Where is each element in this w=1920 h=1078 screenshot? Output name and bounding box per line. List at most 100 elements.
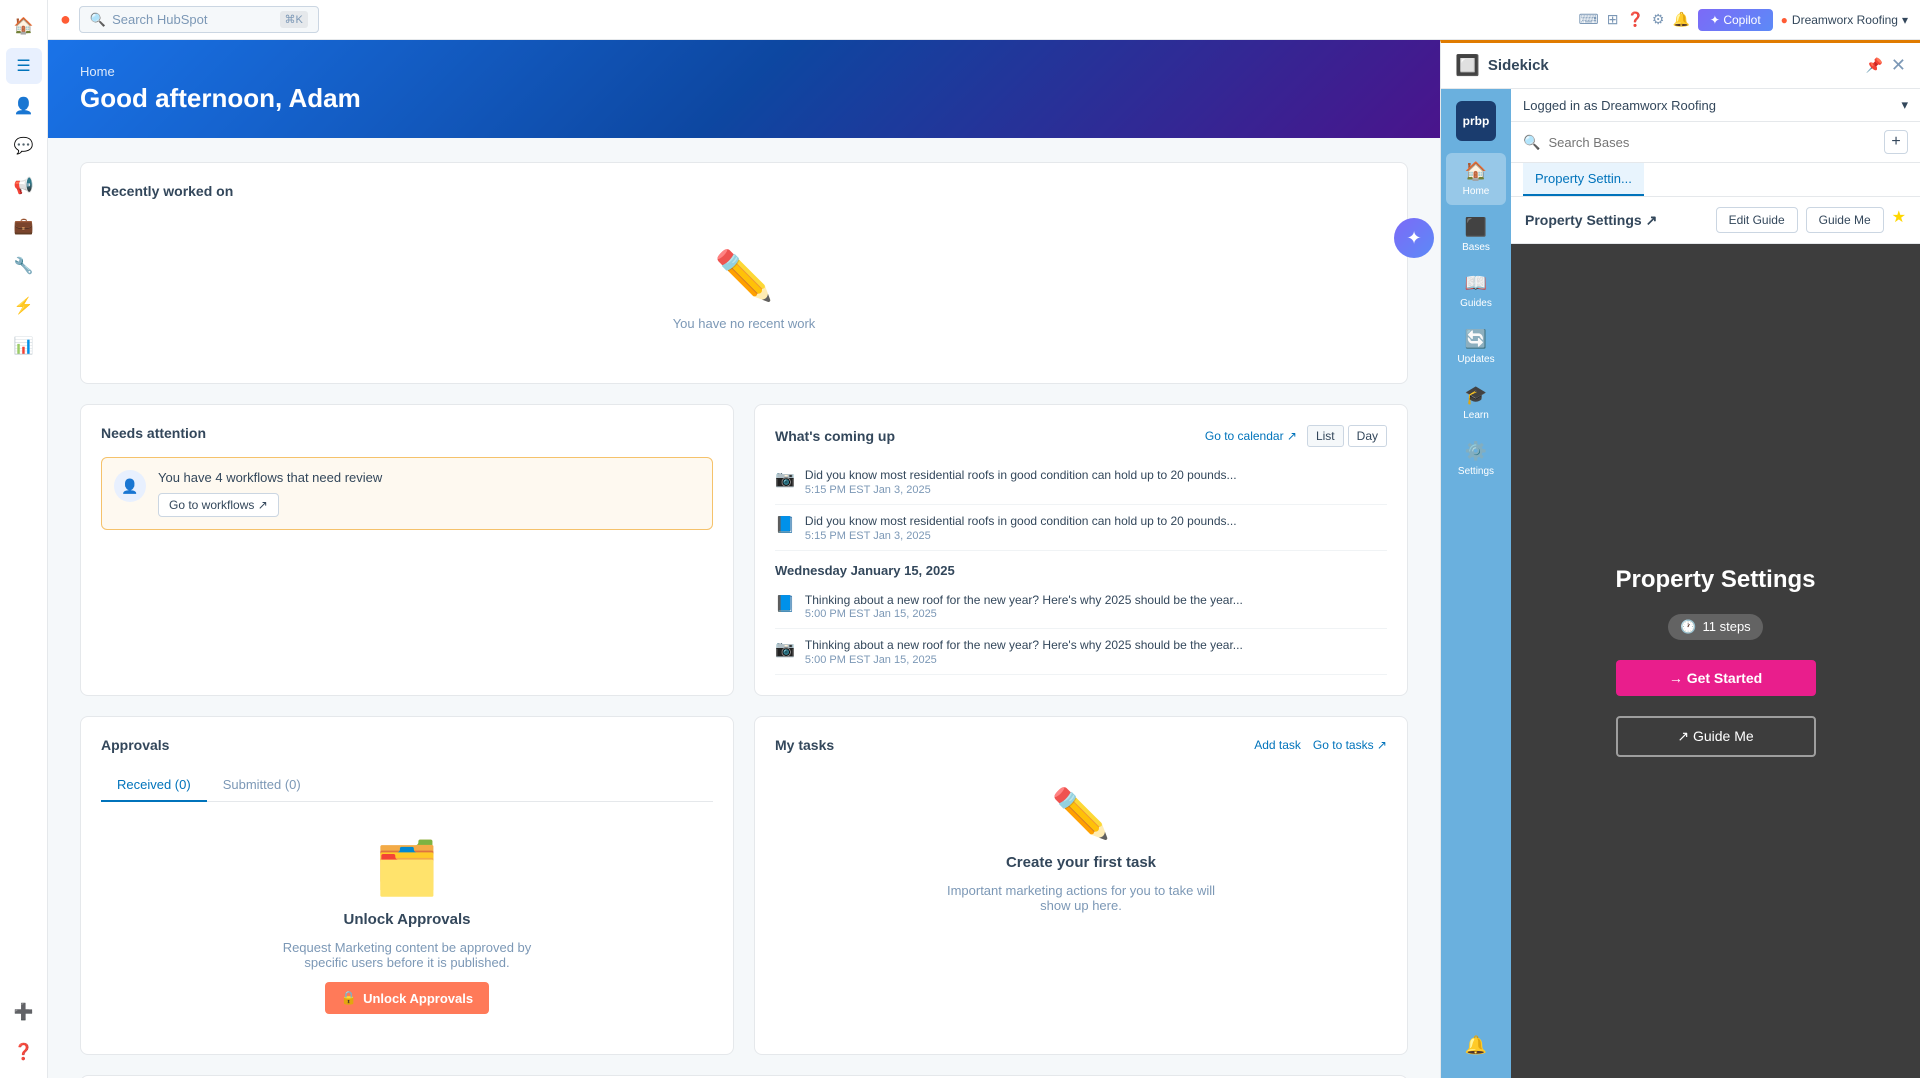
home-greeting: Good afternoon, Adam: [80, 83, 1408, 114]
view-list-button[interactable]: List: [1307, 425, 1344, 447]
approvals-title: Approvals: [101, 737, 713, 753]
event-item-1: 📷 Did you know most residential roofs in…: [775, 459, 1387, 505]
sidekick-tab-bar: Property Settin...: [1511, 163, 1920, 197]
sidebar-add-icon[interactable]: ➕: [6, 994, 42, 1030]
workflow-alert: 👤 You have 4 workflows that need review …: [101, 457, 713, 530]
unlock-desc: Request Marketing content be approved by…: [267, 940, 547, 970]
guide-me-header-button[interactable]: Guide Me: [1806, 207, 1884, 233]
two-col-section: Needs attention 👤 You have 4 workflows t…: [80, 404, 1408, 696]
event-time-4: 5:00 PM EST Jan 15, 2025: [805, 654, 1243, 666]
account-button[interactable]: ● Dreamworx Roofing ▾: [1781, 13, 1908, 27]
copilot-button[interactable]: ✦ Copilot: [1698, 9, 1773, 31]
edit-guide-button[interactable]: Edit Guide: [1716, 207, 1798, 233]
go-to-tasks-link[interactable]: Go to tasks ↗: [1313, 738, 1387, 752]
guide-me-card-label: ↗ Guide Me: [1677, 728, 1753, 745]
clock-icon: 🕐: [1680, 619, 1696, 635]
event-title-4: Thinking about a new roof for the new ye…: [805, 637, 1243, 654]
guides-nav-icon: 📖: [1465, 273, 1487, 294]
sidekick-nav-guides[interactable]: 📖 Guides: [1446, 265, 1506, 317]
sidekick-nav-settings[interactable]: ⚙️ Settings: [1446, 433, 1506, 485]
main-content: Home Good afternoon, Adam Recently worke…: [48, 40, 1440, 1078]
event-content-3: Thinking about a new roof for the new ye…: [805, 592, 1243, 621]
sidebar-automation-icon[interactable]: ⚡: [6, 288, 42, 324]
sidekick-header: 🔲 Sidekick 📌 ✕: [1441, 43, 1920, 89]
bell-icon[interactable]: 🔔: [1672, 11, 1689, 28]
unlock-image-icon: 🗂️: [375, 838, 440, 899]
unlock-approvals-button[interactable]: 🔒 Unlock Approvals: [325, 982, 489, 1014]
go-to-calendar-label: Go to calendar ↗: [1205, 429, 1297, 443]
ps-actions: Edit Guide Guide Me ★: [1716, 207, 1906, 233]
guide-me-card-button[interactable]: ↗ Guide Me: [1616, 716, 1816, 757]
sidekick-title-text: Sidekick: [1488, 57, 1549, 74]
tab-received[interactable]: Received (0): [101, 769, 207, 802]
sidebar-marketing-icon[interactable]: 📢: [6, 168, 42, 204]
my-tasks-header: My tasks Add task Go to tasks ↗: [775, 737, 1387, 753]
add-task-link[interactable]: Add task: [1254, 738, 1301, 752]
sidekick-nav-learn[interactable]: 🎓 Learn: [1446, 377, 1506, 429]
add-base-button[interactable]: +: [1884, 130, 1908, 154]
settings-icon[interactable]: ⚙: [1652, 11, 1665, 28]
bases-nav-icon: ⬛: [1465, 217, 1487, 238]
lock-icon: 🔒: [341, 990, 357, 1006]
learn-nav-icon: 🎓: [1465, 385, 1487, 406]
sidebar-reports-icon[interactable]: 📊: [6, 328, 42, 364]
search-bar[interactable]: 🔍 Search HubSpot ⌘K: [79, 6, 319, 33]
sidekick-pin-icon[interactable]: 📌: [1865, 57, 1882, 74]
go-to-workflows-button[interactable]: Go to workflows ↗: [158, 493, 279, 517]
logged-in-label: Logged in as Dreamworx Roofing: [1523, 98, 1716, 113]
sidekick-nav-updates[interactable]: 🔄 Updates: [1446, 321, 1506, 373]
help-circle-icon[interactable]: ❓: [1626, 11, 1643, 28]
coming-up-actions: Go to calendar ↗ List Day: [1205, 425, 1387, 447]
sidebar-service-icon[interactable]: 🔧: [6, 248, 42, 284]
approvals-tasks-section: Approvals Received (0) Submitted (0) 🗂️ …: [80, 716, 1408, 1055]
go-to-calendar-link[interactable]: Go to calendar ↗: [1205, 429, 1297, 443]
create-task-title: Create your first task: [1006, 854, 1156, 871]
event-title-3: Thinking about a new roof for the new ye…: [805, 592, 1243, 609]
view-day-button[interactable]: Day: [1348, 425, 1387, 447]
content-area: Recently worked on ✏️ You have no recent…: [48, 138, 1440, 1078]
search-shortcut: ⌘K: [280, 11, 308, 28]
tab-submitted[interactable]: Submitted (0): [207, 769, 317, 802]
my-tasks-title: My tasks: [775, 737, 834, 753]
ps-title-text: Property Settings ↗: [1525, 212, 1657, 229]
task-pencil-icon: ✏️: [1051, 785, 1111, 842]
grid-icon[interactable]: ⊞: [1607, 11, 1619, 28]
search-bases-input[interactable]: [1548, 135, 1876, 150]
sidebar-contacts-icon[interactable]: 👤: [6, 88, 42, 124]
workflow-icon: 👤: [114, 470, 146, 502]
get-started-button[interactable]: → Get Started: [1616, 660, 1816, 696]
magic-circle-button[interactable]: ✦: [1394, 218, 1434, 258]
keyboard-icon[interactable]: ⌨: [1579, 11, 1599, 28]
sidekick-nav-bases[interactable]: ⬛ Bases: [1446, 209, 1506, 261]
recently-worked-empty-msg: You have no recent work: [673, 316, 816, 331]
unlock-btn-label: Unlock Approvals: [363, 991, 473, 1006]
bases-nav-label: Bases: [1462, 242, 1490, 253]
sidebar-home-icon[interactable]: 🏠: [6, 8, 42, 44]
property-settings-tab[interactable]: Property Settin...: [1523, 163, 1644, 196]
property-settings-card: Property Settings 🕐 11 steps → Get Start…: [1511, 244, 1920, 1078]
copilot-star-icon: ✦: [1710, 13, 1720, 27]
home-nav-icon: 🏠: [1465, 161, 1487, 182]
event-item-4: 📷 Thinking about a new roof for the new …: [775, 629, 1387, 675]
sidebar-help-icon[interactable]: ❓: [6, 1034, 42, 1070]
facebook-icon-1: 📘: [775, 515, 795, 535]
star-icon[interactable]: ★: [1892, 207, 1906, 233]
view-toggle: List Day: [1307, 425, 1387, 447]
get-started-label: → Get Started: [1669, 670, 1762, 686]
sidebar-sales-icon[interactable]: 💼: [6, 208, 42, 244]
prbp-logo: prbp: [1456, 101, 1496, 141]
sidekick-body: prbp 🏠 Home ⬛ Bases 📖 Guides 🔄 Updates: [1441, 89, 1920, 1078]
hubspot-favicon: ●: [1781, 13, 1788, 27]
go-to-workflows-label: Go to workflows ↗: [169, 498, 268, 512]
sidekick-nav-home[interactable]: 🏠 Home: [1446, 153, 1506, 205]
settings-nav-icon: ⚙️: [1465, 441, 1487, 462]
sidekick-logo-icon: 🔲: [1455, 53, 1480, 78]
sidebar-menu-icon[interactable]: ☰: [6, 48, 42, 84]
sidekick-close-button[interactable]: ✕: [1891, 55, 1906, 76]
logged-in-dropdown[interactable]: Logged in as Dreamworx Roofing ▾: [1511, 89, 1920, 122]
sidekick-bell-button[interactable]: 🔔: [1446, 1025, 1506, 1066]
unlock-state: 🗂️ Unlock Approvals Request Marketing co…: [101, 818, 713, 1034]
sidebar-conversations-icon[interactable]: 💬: [6, 128, 42, 164]
recently-worked-empty: ✏️ You have no recent work: [101, 215, 1387, 363]
event-item-3: 📘 Thinking about a new roof for the new …: [775, 584, 1387, 630]
